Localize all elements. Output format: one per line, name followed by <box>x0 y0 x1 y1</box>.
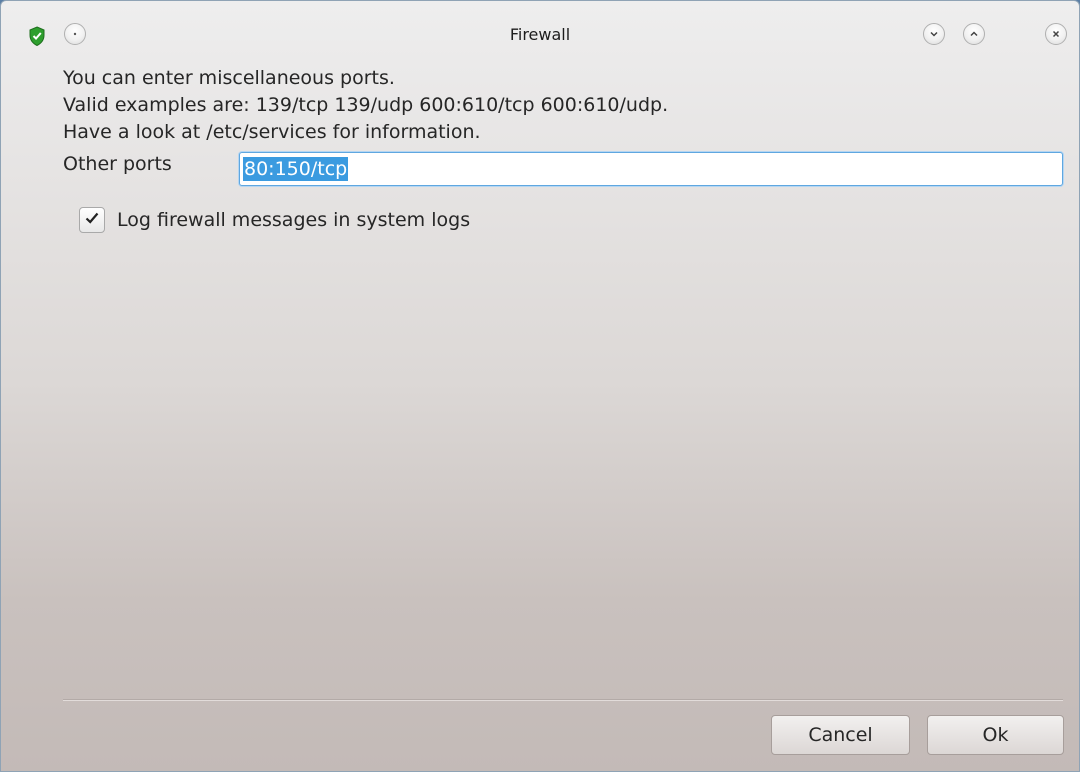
titlebar: Firewall <box>1 1 1079 63</box>
log-messages-checkbox[interactable] <box>79 207 105 233</box>
divider <box>63 699 1063 701</box>
cancel-button[interactable]: Cancel <box>771 715 910 755</box>
info-line: Have a look at /etc/services for informa… <box>63 121 481 143</box>
log-messages-label: Log firewall messages in system logs <box>117 209 471 231</box>
firewall-dialog: Firewall You can enter miscellaneous por… <box>0 0 1080 772</box>
close-button[interactable] <box>1045 23 1067 45</box>
close-icon <box>1050 25 1062 44</box>
window-title: Firewall <box>509 25 571 44</box>
chevron-up-icon <box>968 25 980 44</box>
maximize-button[interactable] <box>963 23 985 45</box>
checkmark-icon <box>83 209 101 231</box>
other-ports-value: 80:150/tcp <box>243 157 349 181</box>
info-line: Valid examples are: 139/tcp 139/udp 600:… <box>63 94 669 116</box>
other-ports-label: Other ports <box>63 153 172 175</box>
info-text: You can enter miscellaneous ports. Valid… <box>63 65 668 146</box>
log-messages-option[interactable]: Log firewall messages in system logs <box>79 207 470 233</box>
minimize-button[interactable] <box>923 23 945 45</box>
info-line: You can enter miscellaneous ports. <box>63 67 395 89</box>
ok-button[interactable]: Ok <box>927 715 1064 755</box>
chevron-down-icon <box>928 25 940 44</box>
other-ports-input[interactable]: 80:150/tcp <box>239 152 1063 186</box>
